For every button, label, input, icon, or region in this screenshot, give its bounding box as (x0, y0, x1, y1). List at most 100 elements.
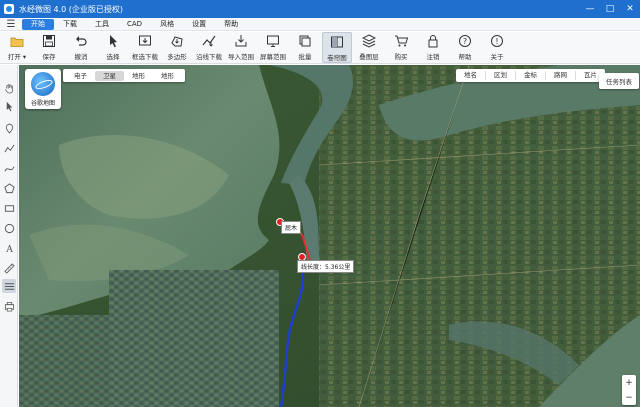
close-button[interactable]: ✕ (620, 0, 640, 18)
map-view[interactable]: 谷歌地图 电子 卫星 地形 地形 地名 区划 金标 路网 瓦片 任务列表 屁木 … (19, 65, 640, 407)
import-range-button[interactable]: 导入范围 (226, 32, 256, 63)
task-list-button[interactable]: 任务列表 (599, 73, 639, 89)
minimize-button[interactable]: — (580, 0, 600, 18)
rect-download-label: 框选下载 (132, 53, 158, 61)
help-icon: ? (459, 35, 471, 47)
logout-button[interactable]: 注销 (418, 32, 448, 63)
grid-tool[interactable] (2, 279, 16, 293)
circle-tool[interactable] (2, 221, 16, 235)
screen-icon (267, 35, 279, 47)
swipe-icon (331, 36, 343, 48)
polygon-icon (171, 36, 183, 47)
menu-cad[interactable]: CAD (118, 19, 151, 30)
folder-open-icon (10, 37, 24, 47)
measure-tool[interactable] (2, 261, 16, 275)
svg-text:!: ! (495, 37, 498, 46)
map-source-selector[interactable]: 谷歌地图 (25, 69, 61, 109)
zoom-in-button[interactable]: + (625, 378, 633, 388)
zoom-out-button[interactable]: − (625, 393, 633, 403)
menu-start[interactable]: 开始 (22, 18, 54, 30)
map-type-electronic[interactable]: 电子 (66, 71, 95, 81)
logout-label: 注销 (426, 53, 440, 61)
circle-icon (4, 223, 14, 233)
marker-icon (5, 123, 13, 134)
rect-download-button[interactable]: 框选下载 (130, 32, 160, 63)
curve-icon (3, 165, 14, 171)
window-controls: — □ ✕ (580, 0, 640, 18)
save-label: 保存 (42, 53, 56, 61)
buy-label: 购买 (394, 53, 408, 61)
batch-icon (299, 35, 311, 47)
route-length-tag: 线长度：5.36公里 (297, 260, 355, 273)
about-button[interactable]: ! 关于 (482, 32, 512, 63)
import-icon (235, 35, 247, 47)
lock-icon (428, 35, 438, 48)
map-type-terrain[interactable]: 地形 (124, 71, 153, 81)
polygon-draw-tool[interactable] (2, 181, 16, 195)
batch-label: 批量 (298, 53, 312, 61)
app-logo-icon (4, 4, 14, 14)
line-tool[interactable] (2, 141, 16, 155)
window-title: 水经微图 4.0 (企业版已授权) (19, 4, 124, 14)
select-icon (110, 35, 117, 48)
curve-tool[interactable] (2, 161, 16, 175)
globe-icon (31, 72, 55, 96)
layers-icon (362, 34, 376, 48)
map-type-terrain-2[interactable]: 地形 (153, 71, 182, 81)
select-button[interactable]: 选择 (98, 32, 128, 63)
save-button[interactable]: 保存 (34, 32, 64, 63)
undo-label: 撤消 (74, 53, 88, 61)
menu-settings[interactable]: 设置 (183, 19, 215, 30)
main-toolbar: 打开 ▾ 保存 撤消 选择 框选下载 多边形 沿线下载 导入范围 屏幕范围 批量… (0, 32, 640, 64)
swipe-button[interactable]: 卷帘图 (322, 32, 352, 63)
svg-text:A: A (5, 244, 13, 254)
cart-icon (395, 35, 408, 47)
polygon-label: 多边形 (167, 53, 187, 61)
maximize-button[interactable]: □ (600, 0, 620, 18)
help-button[interactable]: ? 帮助 (450, 32, 480, 63)
print-icon (4, 301, 14, 311)
text-tool[interactable]: A (2, 241, 16, 255)
overlay-place-names[interactable]: 地名 (456, 71, 486, 80)
undo-icon (76, 36, 87, 46)
svg-text:?: ? (463, 37, 467, 46)
menu-style[interactable]: 风格 (151, 19, 183, 30)
pointer-icon (6, 101, 12, 111)
map-type-tabs: 电子 卫星 地形 地形 (63, 69, 185, 82)
overlay-boundaries[interactable]: 区划 (486, 71, 516, 80)
print-tool[interactable] (2, 299, 16, 313)
line-download-button[interactable]: 沿线下载 (194, 32, 224, 63)
map-source-label: 谷歌地图 (30, 100, 55, 107)
satellite-imagery (19, 65, 640, 407)
pointer-tool[interactable] (2, 99, 16, 113)
save-icon (43, 35, 55, 47)
help-label: 帮助 (458, 53, 472, 61)
menu-download[interactable]: 下载 (54, 19, 86, 30)
hamburger-menu-icon[interactable]: ☰ (0, 19, 22, 30)
overlay-roads[interactable]: 路网 (546, 71, 576, 80)
left-tool-strip: A (0, 65, 18, 407)
screen-range-label: 屏幕范围 (260, 53, 286, 61)
import-range-label: 导入范围 (228, 53, 254, 61)
line-download-icon (202, 35, 216, 47)
undo-button[interactable]: 撤消 (66, 32, 96, 63)
pentagon-icon (3, 182, 15, 193)
polygon-button[interactable]: 多边形 (162, 32, 192, 63)
menu-tools[interactable]: 工具 (86, 19, 118, 30)
open-button[interactable]: 打开 ▾ (2, 32, 32, 63)
rectangle-tool[interactable] (2, 201, 16, 215)
batch-button[interactable]: 批量 (290, 32, 320, 63)
screen-range-button[interactable]: 屏幕范围 (258, 32, 288, 63)
marker-tool[interactable] (2, 121, 16, 135)
open-label: 打开 ▾ (7, 53, 27, 61)
swipe-label: 卷帘图 (327, 54, 347, 62)
layers-button[interactable]: 叠图层 (354, 32, 384, 63)
buy-button[interactable]: 购买 (386, 32, 416, 63)
grid-icon (4, 282, 14, 290)
pan-hand-tool[interactable] (2, 81, 16, 95)
map-type-satellite[interactable]: 卫星 (95, 70, 124, 81)
info-icon: ! (491, 35, 503, 47)
text-icon: A (5, 244, 13, 254)
menu-help[interactable]: 帮助 (215, 19, 247, 30)
overlay-gold-marks[interactable]: 金标 (516, 71, 546, 80)
